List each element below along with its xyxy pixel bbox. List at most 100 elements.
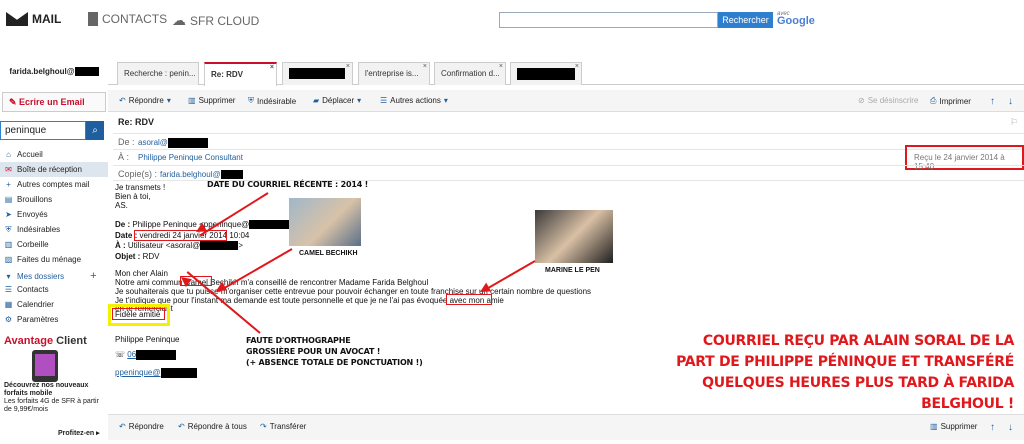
advantage-title: Avantage Client (4, 335, 87, 347)
plus-icon: + (6, 180, 11, 189)
sidebar-item-inbox[interactable]: ✉ Boîte de réception (0, 162, 108, 177)
sidebar-item-drafts[interactable]: ▤ Brouillons (0, 192, 108, 207)
bottom-reply-all-button[interactable]: ↶ Répondre à tous (178, 422, 247, 431)
sidebar-item-calendar[interactable]: ▦ Calendrier (0, 297, 108, 312)
spelling-annotation-3: (+ ABSENCE TOTALE DE PONCTUATION !) (246, 358, 423, 367)
chevron-down-icon: ▾ (443, 96, 448, 105)
mail-link[interactable]: MAIL (6, 12, 61, 26)
home-icon: ⌂ (6, 150, 11, 159)
close-icon[interactable]: × (346, 56, 350, 78)
bottom-arrow-up-icon[interactable]: ↑ (990, 422, 995, 433)
bottom-arrow-down-icon[interactable]: ↓ (1008, 422, 1013, 433)
message-subject: Re: RDV (118, 117, 155, 127)
sidebar-item-cleanup[interactable]: ▨ Faites du ménage (0, 252, 108, 267)
calendar-icon: ▦ (4, 300, 13, 309)
reply-button[interactable]: ↶ Répondre ▾ (119, 96, 171, 105)
sidebar-item-trash[interactable]: ▥ Corbeille (0, 237, 108, 252)
broom-icon: ▨ (4, 255, 13, 264)
search-icon[interactable]: ⌕ (86, 121, 104, 140)
folder-icon: ▾ (6, 272, 11, 281)
camel-bechikh-photo (289, 198, 361, 246)
close-icon[interactable]: × (575, 56, 579, 78)
arrow-up-icon[interactable]: ↑ (990, 96, 995, 107)
tab-search[interactable]: Recherche : penin... (117, 62, 199, 85)
close-icon[interactable]: × (270, 57, 274, 79)
original-subject: Objet : RDV (115, 252, 160, 261)
close-icon[interactable]: × (499, 56, 503, 78)
sidebar-item-sent[interactable]: ➤ Envoyés (0, 207, 108, 222)
shield-icon: ⛨ (5, 225, 12, 234)
received-date: Reçu le 24 janvier 2014 à 15:40 (914, 153, 1005, 171)
signature-phone[interactable]: ☏ 06 (115, 350, 177, 360)
sidebar-item-accueil[interactable]: ⌂ Accueil (0, 147, 108, 162)
date-annotation: DATE DU COURRIEL RÉCENTE : 2014 ! (207, 180, 369, 189)
search-input[interactable] (499, 12, 718, 28)
to-value[interactable]: Philippe Peninque Consultant (138, 153, 243, 162)
bottom-delete-button[interactable]: ▥ Supprimer (930, 422, 977, 431)
print-button[interactable]: ⎙ Imprimer (930, 96, 971, 106)
draft-icon: ▤ (4, 195, 13, 204)
tab-redacted-1[interactable]: × (282, 62, 353, 85)
to-label: À : (118, 152, 130, 162)
contacts-icon (88, 12, 98, 26)
advantage-text: Découvrez nos nouveaux forfaits mobile Le… (4, 382, 99, 413)
from-value[interactable]: asoral@ (138, 138, 208, 148)
advantage-link[interactable]: Profitez-en ▸ (58, 429, 100, 437)
trash-icon: ▥ (930, 422, 938, 431)
arrow-down-icon[interactable]: ↓ (1008, 96, 1013, 107)
tab-entreprise[interactable]: l'entreprise is... × (358, 62, 430, 85)
sidebar-item-spam[interactable]: ⛨ Indésirables (0, 222, 108, 237)
cc-label: Copie(s) : (118, 169, 158, 179)
main-annotation: COURRIEL REÇU PAR ALAIN SORAL DE LA PART… (676, 333, 1014, 412)
message-line-2: Je souhaiterais que tu puisse m'organise… (115, 287, 592, 296)
divider (113, 149, 1024, 150)
inbox-icon: ✉ (5, 165, 12, 174)
cc-value[interactable]: farida.belghoul@ (160, 170, 243, 180)
folder-icon: ▰ (313, 96, 320, 105)
spam-button[interactable]: ⛨ Indésirable (248, 96, 296, 106)
reply-all-icon: ↶ (178, 422, 185, 431)
signature-name: Philippe Peninque (115, 335, 180, 344)
tab-re-rdv[interactable]: Re: RDV × (204, 62, 277, 86)
divider (113, 165, 1024, 166)
close-icon[interactable]: × (423, 56, 427, 78)
shield-icon: ⛨ (248, 96, 254, 105)
unsubscribe-button[interactable]: ⊘ Se désinscrire (858, 96, 918, 105)
forward-icon: ↷ (260, 422, 267, 431)
bottom-reply-button[interactable]: ↶ Répondre (119, 422, 164, 431)
chevron-down-icon: ▾ (166, 96, 171, 105)
search-button[interactable]: Rechercher (718, 12, 773, 28)
tab-confirmation[interactable]: Confirmation d... × (434, 62, 506, 85)
tab-redacted-2[interactable]: × (510, 62, 582, 85)
move-button[interactable]: ▰ Déplacer ▾ (313, 96, 361, 105)
envelope-icon (6, 12, 28, 26)
chevron-down-icon: ▾ (357, 96, 362, 105)
sidebar-search-input[interactable]: peninque (0, 121, 86, 140)
spelling-annotation-1: FAUTE D'ORTHOGRAPHE (246, 336, 351, 345)
flag-icon[interactable]: ⚐ (1010, 117, 1018, 128)
forward-note: Je transmets ! Bien à toi, AS. (115, 183, 166, 210)
reply-icon: ↶ (119, 422, 126, 431)
signature-email[interactable]: ppeninque@ (115, 368, 197, 378)
print-icon: ⎙ (930, 96, 937, 105)
camel-caption: CAMEL BECHIKH (299, 250, 358, 257)
phone-screen (35, 354, 55, 376)
other-actions-button[interactable]: ☰ Autres actions ▾ (380, 96, 448, 105)
trash-icon: ▥ (188, 96, 196, 105)
from-label: De : (118, 137, 135, 147)
arrow-date (199, 192, 269, 237)
sidebar-item-settings[interactable]: ⚙ Paramètres (0, 312, 108, 327)
sent-icon: ➤ (5, 210, 12, 219)
spelling-annotation-2: GROSSIÈRE POUR UN AVOCAT ! (246, 347, 381, 356)
divider (113, 133, 1024, 134)
sidebar-item-other-accounts[interactable]: + Autres comptes mail (0, 177, 108, 192)
compose-button[interactable]: ✎ Ecrire un Email (2, 92, 106, 112)
sidebar-item-contacts[interactable]: ☰ Contacts (0, 282, 108, 297)
contacts-link[interactable]: CONTACTS (88, 12, 167, 26)
reply-icon: ↶ (119, 96, 126, 105)
message-closing: Fidèle amitié (115, 310, 161, 319)
bottom-forward-button[interactable]: ↷ Transférer (260, 422, 306, 431)
marine-le-pen-photo (535, 210, 613, 263)
cloud-link[interactable]: ☁ SFR CLOUD (172, 12, 259, 29)
delete-button[interactable]: ▥ Supprimer (188, 96, 235, 105)
